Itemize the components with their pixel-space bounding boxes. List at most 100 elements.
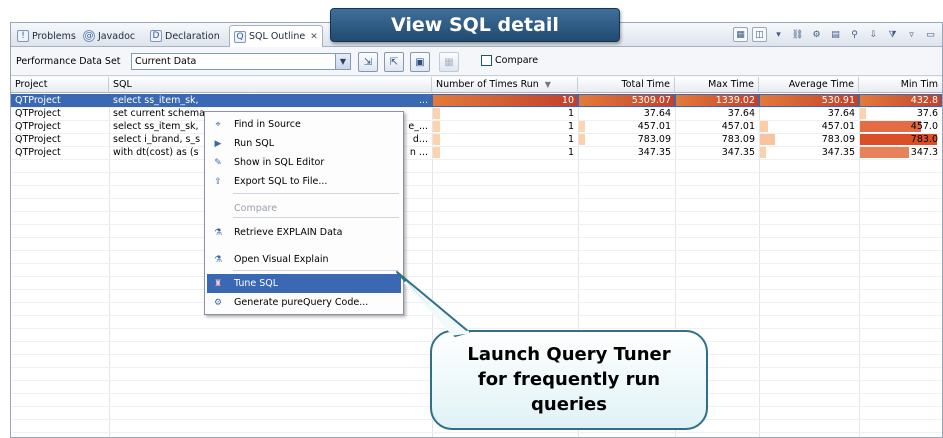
gear-icon[interactable]: ⚙ — [809, 27, 824, 42]
menu-item-open-visual-explain[interactable]: ⚗ Open Visual Explain — [207, 250, 401, 269]
sort-icon[interactable]: ⇩ — [866, 27, 881, 42]
cell-sql-tail: ... — [418, 95, 428, 106]
cell-project: QTProject — [15, 134, 61, 145]
compare-label: Compare — [495, 55, 539, 66]
menu-item-run-sql[interactable]: ▶ Run SQL — [207, 134, 401, 153]
grid-line — [11, 302, 942, 303]
filter-icon[interactable]: ⧩ — [885, 27, 900, 42]
grid-line — [11, 185, 942, 186]
column-average-time[interactable]: Average Time — [759, 77, 859, 93]
tab-javadoc[interactable]: @ Javadoc — [79, 26, 139, 46]
sql-editor-icon: ✎ — [214, 157, 222, 168]
compare-checkbox[interactable]: Compare — [481, 55, 538, 66]
menu-item-compare: Compare — [207, 199, 401, 218]
menu-item-generate-purequery-code[interactable]: ⚙ Generate pureQuery Code... — [207, 293, 401, 312]
table-row[interactable]: QTProject with dt(cost) as (s n ... 1 347.35… — [11, 146, 942, 159]
cell-min: 347.3 — [910, 147, 938, 158]
cell-runs: 10 — [561, 95, 574, 106]
run-sql-icon: ▶ — [214, 138, 222, 149]
column-project[interactable]: Project — [11, 77, 109, 93]
columns-icon[interactable]: ◫ — [752, 27, 767, 42]
cell-project: QTProject — [15, 147, 61, 158]
cell-avg: 37.64 — [827, 108, 855, 119]
tab-sql-outline[interactable]: Q SQL Outline ✕ — [229, 25, 323, 47]
grid-line — [11, 224, 942, 225]
menu-separator — [233, 270, 399, 271]
chevron-down-icon[interactable]: ▼ — [335, 54, 350, 69]
tab-declaration-label: Declaration — [165, 30, 220, 42]
callout-pointer — [396, 271, 470, 337]
tab-problems[interactable]: ! Problems — [13, 26, 80, 46]
minimize-icon[interactable]: ▭ — [923, 27, 938, 42]
menu-item-retrieve-explain-data[interactable]: ⚗ Retrieve EXPLAIN Data — [207, 223, 401, 242]
column-times-run[interactable]: Number of Times Run ▼ — [432, 77, 578, 93]
import-data-button[interactable]: ⇲ — [358, 52, 378, 72]
compare-checkbox-box[interactable] — [481, 55, 492, 66]
problems-icon: ! — [17, 30, 29, 42]
callout-line-3: queries — [531, 394, 607, 415]
launch-query-tuner-callout: Launch Query Tuner for frequently run qu… — [430, 330, 708, 430]
cell-total: 783.09 — [637, 134, 671, 145]
cell-runs: 1 — [567, 108, 574, 119]
tab-declaration[interactable]: D Declaration — [146, 26, 224, 46]
grid-line — [11, 315, 942, 316]
javadoc-icon: @ — [83, 30, 95, 42]
view-sql-detail-banner: View SQL detail — [330, 8, 620, 42]
cell-max: 37.64 — [727, 108, 755, 119]
save-data-button[interactable]: ▣ — [410, 52, 430, 72]
menu-item-export-sql-to-file[interactable]: ⇪ Export SQL to File... — [207, 172, 401, 191]
context-menu: ⌖ Find in Source ▶ Run SQL ✎ Show in SQL Edit… — [204, 111, 404, 315]
cell-project: QTProject — [15, 121, 61, 132]
cell-project: QTProject — [15, 95, 61, 106]
dropdown-arrow-icon[interactable]: ▾ — [771, 27, 786, 42]
table-row[interactable]: QTProject select ss_item_sk, e_... 1 457.01 4… — [11, 120, 942, 133]
callout-line-1: Launch Query Tuner — [467, 344, 671, 365]
purequery-icon: ⚙ — [213, 297, 223, 308]
menu-item-label: Open Visual Explain — [234, 254, 329, 265]
close-tab-icon[interactable]: ✕ — [310, 32, 318, 42]
performance-data-set-select[interactable]: Current Data ▼ — [131, 53, 351, 70]
visual-explain-icon: ⚗ — [213, 254, 223, 265]
table-row[interactable]: QTProject select i_brand, s_s d... 1 783.09 7… — [11, 133, 942, 146]
table-header: Project SQL Number of Times Run ▼ Total T… — [11, 77, 942, 93]
cell-avg: 530.91 — [821, 95, 855, 106]
grid-line — [11, 211, 942, 212]
menu-separator — [233, 193, 399, 194]
pin-icon[interactable]: ⚲ — [847, 27, 862, 42]
cell-total: 347.35 — [637, 147, 671, 158]
cell-runs: 1 — [567, 147, 574, 158]
menu-item-show-in-sql-editor[interactable]: ✎ Show in SQL Editor — [207, 153, 401, 172]
grid-line — [11, 159, 942, 160]
cell-avg: 347.35 — [821, 147, 855, 158]
explain-data-icon: ⚗ — [213, 227, 223, 238]
delete-data-button[interactable]: ▦ — [439, 52, 459, 72]
cell-min: 457.0 — [910, 121, 938, 132]
performance-toolbar: Performance Data Set Current Data ▼ ⇲ ⇱ … — [11, 48, 942, 76]
column-min-time[interactable]: Min Tim — [859, 77, 942, 93]
declaration-icon: D — [150, 30, 162, 42]
menu-item-label: Find in Source — [234, 119, 301, 130]
cell-runs: 1 — [567, 121, 574, 132]
view-menu-icon[interactable]: ▿ — [904, 27, 919, 42]
column-max-time[interactable]: Max Time — [675, 77, 759, 93]
menu-item-label: Compare — [234, 203, 278, 214]
menu-item-tune-sql[interactable]: ♜ Tune SQL — [207, 274, 401, 293]
callout-line-2: for frequently run — [477, 369, 661, 390]
performance-data-set-value: Current Data — [135, 56, 197, 67]
link-icon[interactable]: ⛓ — [790, 27, 805, 42]
column-sql[interactable]: SQL — [109, 77, 432, 93]
menu-item-find-in-source[interactable]: ⌖ Find in Source — [207, 115, 401, 134]
table-row[interactable]: QTProject set current schema 1 37.64 37.64 37… — [11, 107, 942, 120]
page-icon[interactable]: ▤ — [828, 27, 843, 42]
table-row[interactable]: QTProject select ss_item_sk,... 10 5309.07 1… — [11, 94, 942, 107]
tune-sql-icon: ♜ — [213, 278, 223, 289]
export-data-button[interactable]: ⇱ — [384, 52, 404, 72]
find-source-icon: ⌖ — [215, 119, 221, 130]
cell-min: 432.8 — [910, 95, 938, 106]
grid-line — [11, 276, 942, 277]
cell-max: 783.09 — [721, 134, 755, 145]
menu-item-label: Retrieve EXPLAIN Data — [234, 227, 343, 238]
layout-icon[interactable]: ▦ — [733, 27, 748, 42]
column-total-time[interactable]: Total Time — [578, 77, 675, 93]
grid-line — [11, 198, 942, 199]
